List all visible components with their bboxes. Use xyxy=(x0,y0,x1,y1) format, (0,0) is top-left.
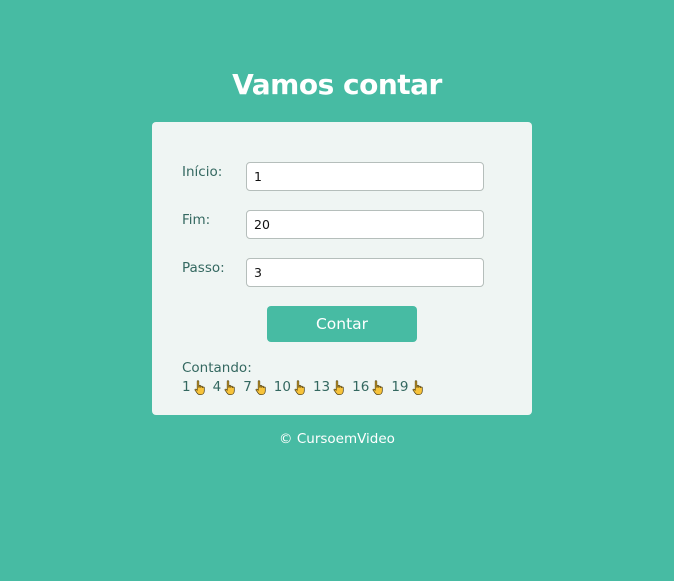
page-title: Vamos contar xyxy=(232,68,442,101)
count-value: 13 xyxy=(313,378,346,397)
fim-input[interactable] xyxy=(246,210,484,239)
count-number: 1 xyxy=(182,379,191,395)
count-value: 7 xyxy=(243,378,268,397)
count-number: 4 xyxy=(212,379,222,395)
inicio-label: Início: xyxy=(182,164,223,180)
count-value: 4 xyxy=(213,378,238,397)
count-value: 10 xyxy=(274,378,307,397)
counter-card: Início: Fim: Passo: Contar Contando: 1 4 7… xyxy=(152,122,532,415)
count-number: 16 xyxy=(352,379,370,395)
count-number: 13 xyxy=(312,379,331,395)
passo-input[interactable] xyxy=(246,258,484,287)
page: Vamos contar Início: Fim: Passo: Contar … xyxy=(0,0,674,581)
pointing-hand-icon xyxy=(194,379,207,396)
count-value: 1 xyxy=(182,378,207,397)
passo-row: Passo: xyxy=(182,258,484,287)
passo-label: Passo: xyxy=(182,260,225,276)
count-value: 16 xyxy=(352,378,385,397)
count-number: 10 xyxy=(273,379,291,395)
count-number: 19 xyxy=(391,379,409,395)
pointing-hand-icon xyxy=(372,379,385,396)
count-number: 7 xyxy=(243,379,252,395)
pointing-hand-icon xyxy=(224,379,237,396)
result-area: Contando: 1 4 7 10 13 16 19 xyxy=(182,359,431,397)
pointing-hand-icon xyxy=(255,379,268,396)
contar-button[interactable]: Contar xyxy=(267,306,417,342)
fim-label: Fim: xyxy=(182,212,211,228)
pointing-hand-icon xyxy=(333,379,346,396)
result-heading: Contando: xyxy=(182,360,252,376)
fim-row: Fim: xyxy=(182,210,484,239)
count-value: 19 xyxy=(391,378,424,397)
inicio-row: Início: xyxy=(182,162,484,191)
count-sequence: 1 4 7 10 13 16 19 xyxy=(182,378,431,397)
inicio-input[interactable] xyxy=(246,162,484,191)
pointing-hand-icon xyxy=(412,379,425,396)
pointing-hand-icon xyxy=(294,379,307,396)
footer-credit: © CursoemVideo xyxy=(279,431,395,447)
